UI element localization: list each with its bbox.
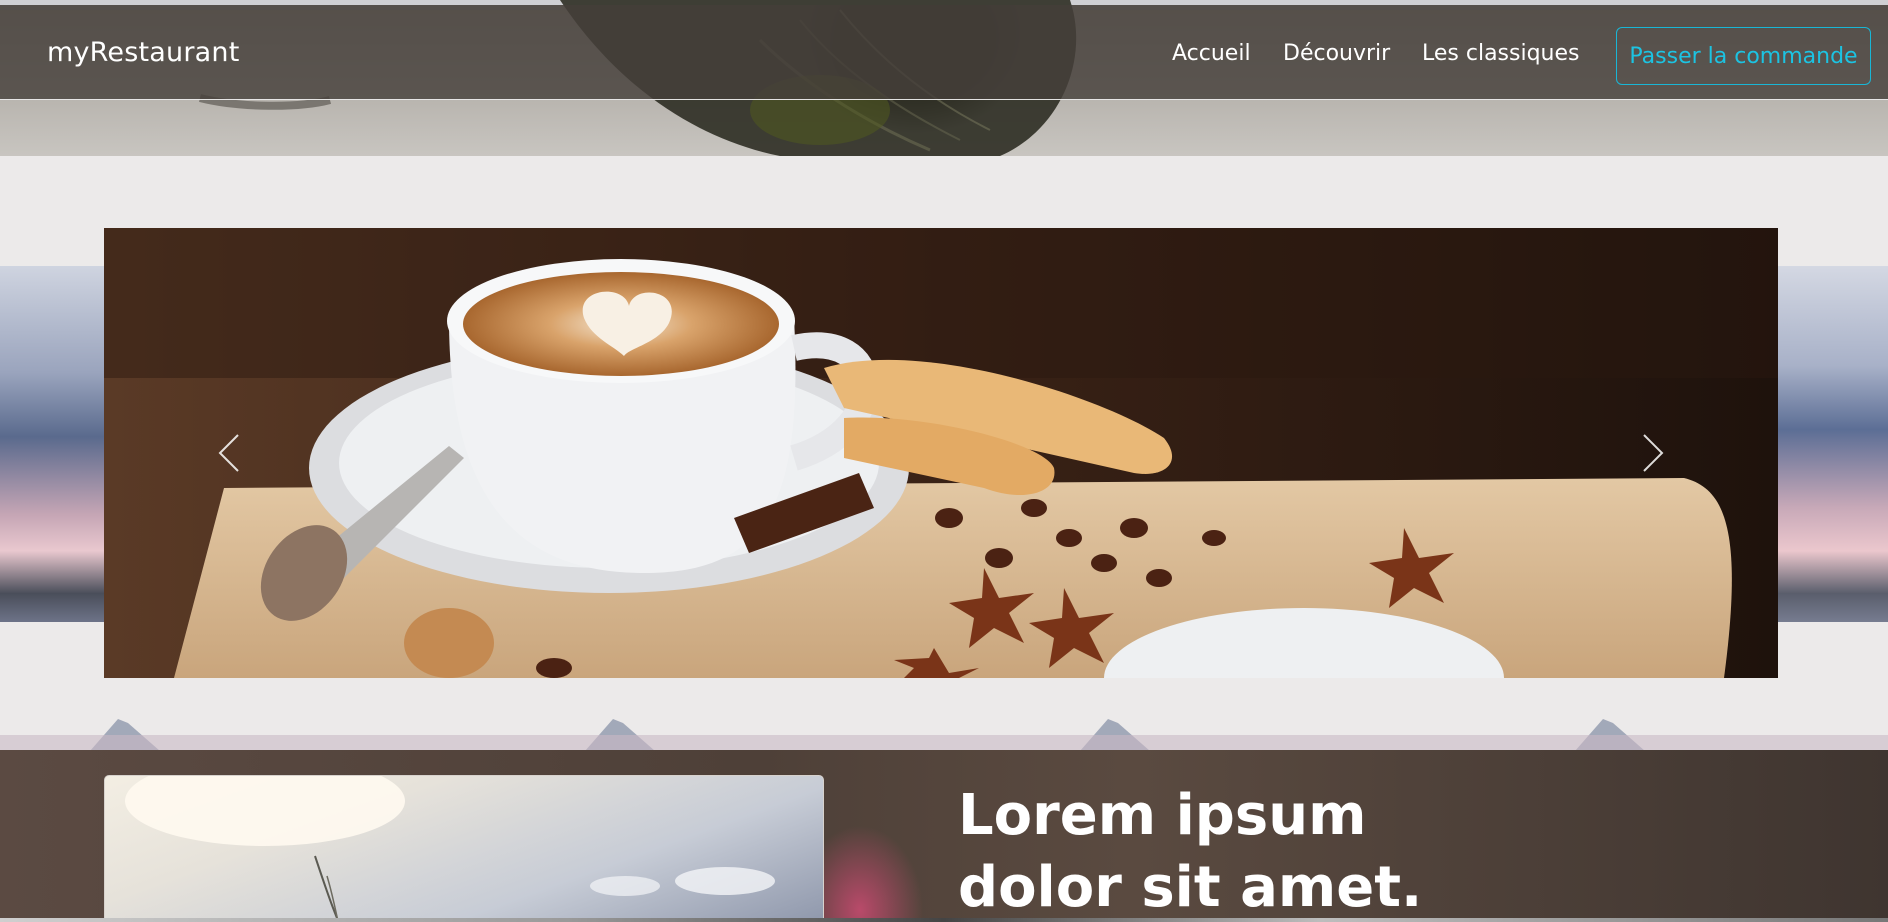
navbar: myRestaurant Accueil Découvrir Les class… [0, 5, 1888, 100]
feature-image-card [104, 775, 824, 922]
chevron-right-icon [1643, 434, 1664, 472]
sky-grass-image [125, 776, 775, 922]
nav-link-les-classiques[interactable]: Les classiques [1422, 41, 1580, 66]
image-carousel[interactable] [104, 228, 1778, 678]
feature-title: Lorem ipsum dolor sit amet. [958, 783, 1423, 920]
chevron-left-icon [218, 434, 239, 472]
brand-logo[interactable]: myRestaurant [47, 37, 240, 68]
coffee-cup-image [104, 228, 1778, 678]
nav-link-decouvrir[interactable]: Découvrir [1283, 41, 1390, 66]
order-button[interactable]: Passer la commande [1616, 27, 1871, 85]
mountain-lake-image-left [0, 266, 104, 622]
mountain-lake-image-right [1778, 266, 1888, 622]
carousel-prev-button[interactable] [199, 423, 259, 483]
page-bottom-edge [0, 918, 1888, 922]
feature-section: Lorem ipsum dolor sit amet. [0, 750, 1888, 922]
nav-link-accueil[interactable]: Accueil [1172, 41, 1251, 66]
carousel-next-button[interactable] [1623, 423, 1683, 483]
mountain-peaks-pattern [0, 719, 1888, 750]
